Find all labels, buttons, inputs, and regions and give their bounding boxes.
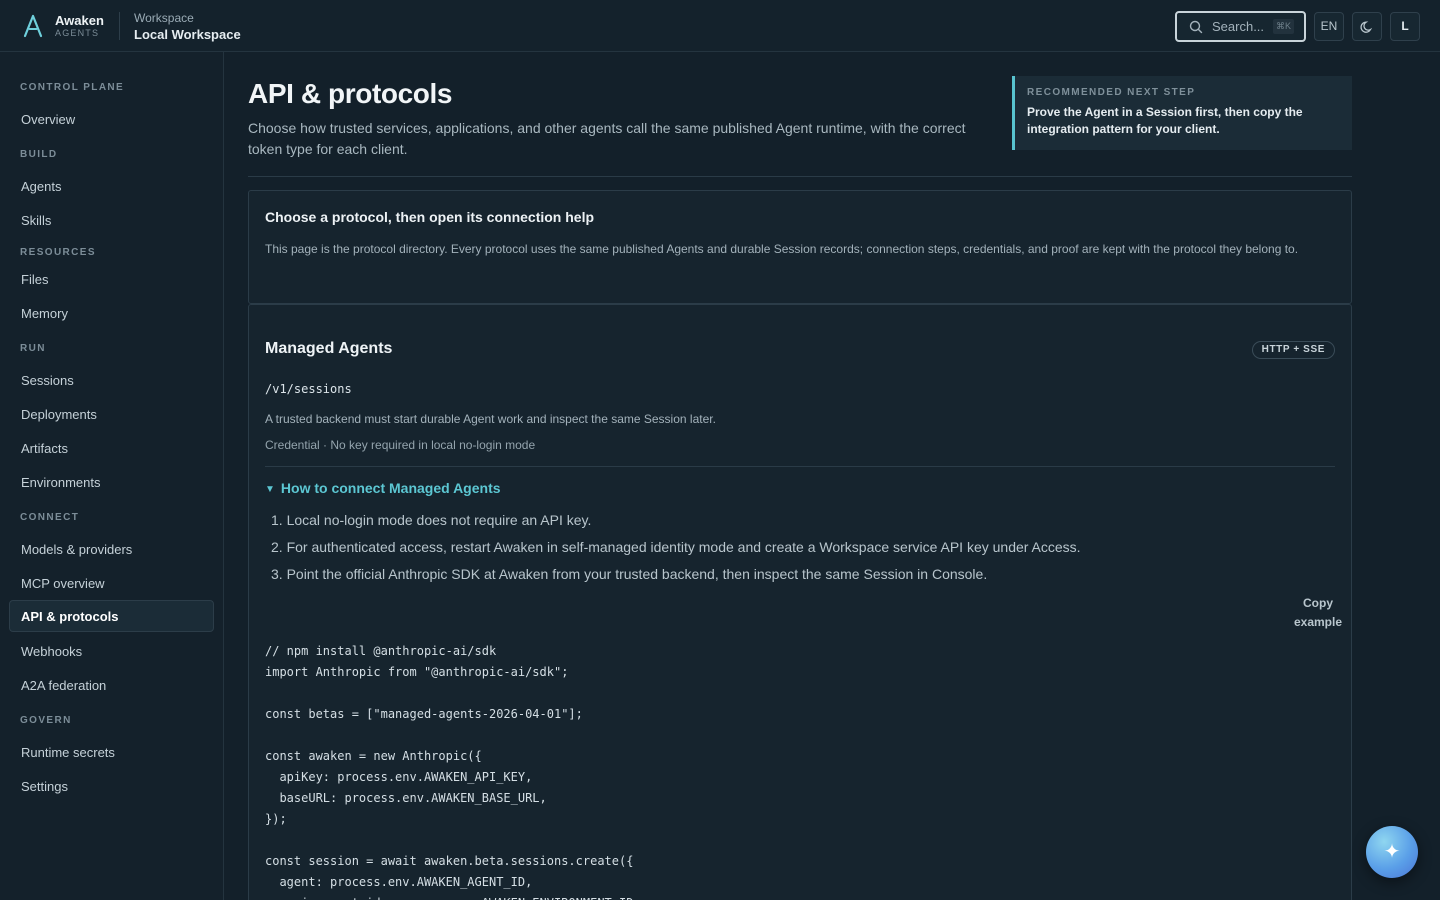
- copy-example-label-line2: example: [1293, 615, 1343, 629]
- sidebar: CONTROL PLANE Overview BUILD Agents Skil…: [0, 52, 224, 900]
- awaken-logo-icon[interactable]: [22, 14, 44, 38]
- protocol-endpoint-path: /v1/sessions: [265, 382, 352, 396]
- sidebar-item-skills[interactable]: Skills: [9, 204, 214, 236]
- protocol-divider: [265, 466, 1335, 467]
- workspace-switcher[interactable]: Local Workspace: [134, 27, 241, 42]
- intro-card-text: This page is the protocol directory. Eve…: [265, 242, 1299, 256]
- search-shortcut: ⌘K: [1273, 19, 1295, 34]
- how-to-connect-toggle[interactable]: ▼ How to connect Managed Agents: [265, 480, 501, 496]
- user-avatar-button[interactable]: L: [1390, 12, 1420, 41]
- how-to-connect-label: How to connect Managed Agents: [280, 480, 501, 496]
- header-divider-line: [248, 176, 1352, 177]
- sparkle-icon: ✦: [1383, 841, 1401, 863]
- protocol-title: Managed Agents: [265, 340, 393, 357]
- search-placeholder: Search...: [1212, 19, 1265, 34]
- managed-agents-protocol-card: Managed Agents HTTP + SSE /v1/sessions A…: [248, 304, 1352, 900]
- copy-example-button[interactable]: Copy example: [1289, 594, 1347, 632]
- workspace-label: Workspace: [134, 11, 194, 25]
- sidebar-item-settings[interactable]: Settings: [9, 770, 214, 802]
- top-bar: Awaken AGENTS Workspace Local Workspace …: [0, 0, 1440, 52]
- connection-steps-list: 1. Local no-login mode does not require …: [271, 510, 1331, 591]
- brand-name: Awaken: [55, 13, 104, 28]
- sidebar-section-run: RUN: [20, 343, 46, 354]
- moon-icon: [1360, 21, 1373, 33]
- sidebar-item-agents[interactable]: Agents: [9, 170, 214, 202]
- connection-step: 1. Local no-login mode does not require …: [271, 512, 592, 528]
- sidebar-section-resources: RESOURCES: [20, 247, 96, 258]
- connection-step: 3. Point the official Anthropic SDK at A…: [271, 566, 988, 582]
- recommended-next-step-callout: RECOMMENDED NEXT STEP Prove the Agent in…: [1012, 76, 1352, 150]
- code-example[interactable]: // npm install @anthropic-ai/sdk import …: [265, 641, 1335, 900]
- search-icon: [1189, 20, 1203, 34]
- caret-down-icon: ▼: [265, 484, 275, 495]
- sidebar-section-build: BUILD: [20, 149, 58, 160]
- sidebar-item-overview[interactable]: Overview: [9, 103, 214, 135]
- sidebar-item-sessions[interactable]: Sessions: [9, 364, 214, 396]
- brand-subtitle: AGENTS: [55, 28, 100, 38]
- sidebar-item-api-protocols[interactable]: API & protocols: [9, 600, 214, 632]
- sidebar-section-govern: GOVERN: [20, 715, 72, 726]
- sidebar-item-models-providers[interactable]: Models & providers: [9, 533, 214, 565]
- sidebar-section-control-plane: CONTROL PLANE: [20, 82, 125, 93]
- sidebar-section-connect: CONNECT: [20, 512, 80, 523]
- copy-example-label-line1: Copy: [1303, 596, 1333, 610]
- protocol-credential: Credential · No key required in local no…: [265, 438, 536, 452]
- sidebar-item-a2a-federation[interactable]: A2A federation: [9, 669, 214, 701]
- assistant-fab-button[interactable]: ✦: [1366, 826, 1418, 878]
- next-step-label: RECOMMENDED NEXT STEP: [1027, 87, 1196, 98]
- connection-step: 2. For authenticated access, restart Awa…: [271, 539, 1081, 555]
- next-step-text: Prove the Agent in a Session first, then…: [1027, 105, 1303, 136]
- protocol-directory-intro-card: Choose a protocol, then open its connect…: [248, 190, 1352, 304]
- sidebar-item-artifacts[interactable]: Artifacts: [9, 432, 214, 464]
- protocol-transport-badge: HTTP + SSE: [1251, 341, 1335, 359]
- search-input[interactable]: Search... ⌘K: [1175, 11, 1306, 42]
- sidebar-item-runtime-secrets[interactable]: Runtime secrets: [9, 736, 214, 768]
- intro-card-title: Choose a protocol, then open its connect…: [265, 209, 595, 225]
- language-button[interactable]: EN: [1314, 12, 1344, 41]
- sidebar-item-deployments[interactable]: Deployments: [9, 398, 214, 430]
- sidebar-item-files[interactable]: Files: [9, 263, 214, 295]
- page-title: API & protocols: [248, 78, 453, 109]
- header-divider: [119, 12, 120, 40]
- sidebar-item-mcp-overview[interactable]: MCP overview: [9, 567, 214, 599]
- sidebar-item-environments[interactable]: Environments: [9, 466, 214, 498]
- theme-toggle-button[interactable]: [1352, 12, 1382, 41]
- protocol-description: A trusted backend must start durable Age…: [265, 412, 716, 426]
- sidebar-item-webhooks[interactable]: Webhooks: [9, 635, 214, 667]
- sidebar-item-memory[interactable]: Memory: [9, 297, 214, 329]
- page-description: Choose how trusted services, application…: [248, 120, 966, 157]
